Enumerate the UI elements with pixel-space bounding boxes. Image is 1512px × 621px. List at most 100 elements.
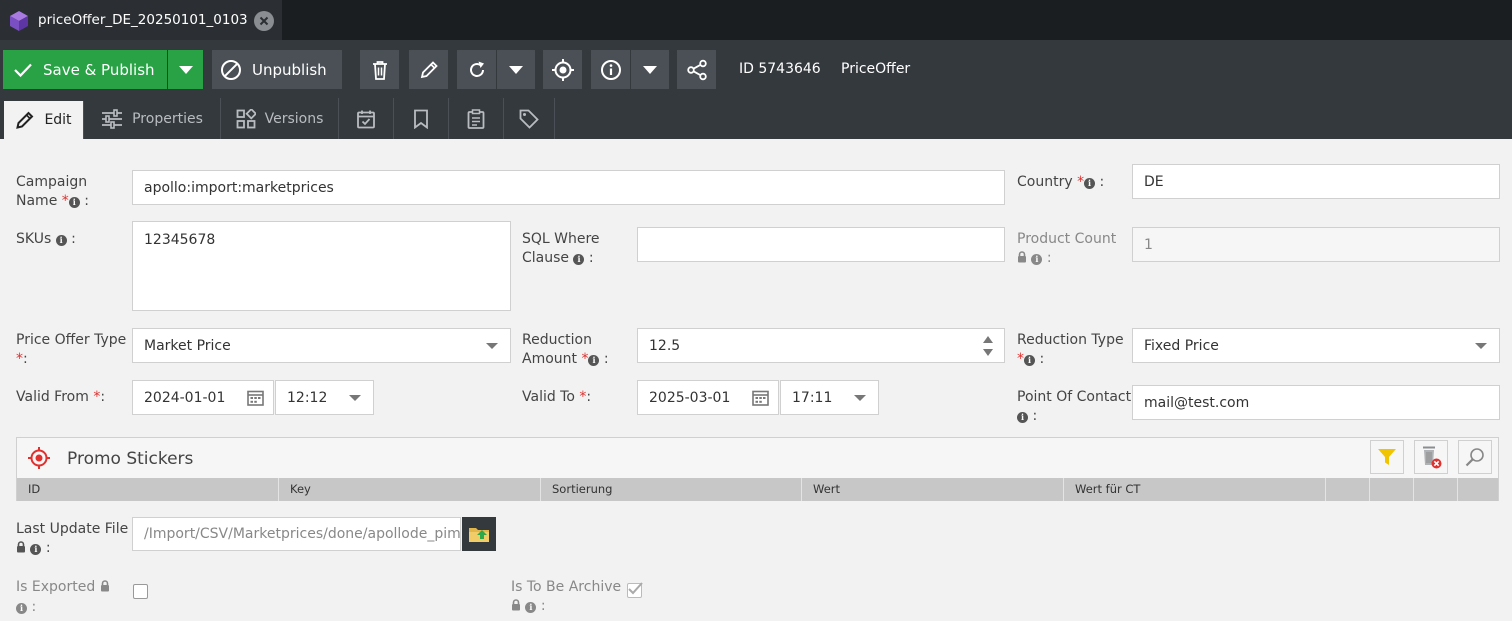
reload-icon xyxy=(469,61,484,77)
column-header[interactable] xyxy=(1458,478,1498,501)
bookmark-icon xyxy=(414,109,428,129)
info-icon xyxy=(600,59,621,80)
info-icon: i xyxy=(525,602,537,613)
tab-edit-label: Edit xyxy=(44,112,72,128)
info-icon: i xyxy=(573,254,585,265)
country-label: Country * i : xyxy=(1017,174,1105,190)
valid-from-time-select[interactable]: 12:12 xyxy=(275,380,374,415)
is-exported-label: Is Exported i : xyxy=(16,578,110,617)
reduction-amount-input[interactable]: 12.5 xyxy=(637,328,1005,363)
tab-versions[interactable]: Versions xyxy=(221,98,339,139)
object-class-text: PriceOffer xyxy=(841,61,911,77)
valid-to-date-input[interactable]: 2025-03-01 xyxy=(637,380,779,415)
info-icon: i xyxy=(1017,412,1028,423)
chevron-down-icon xyxy=(349,394,361,401)
column-header[interactable] xyxy=(1326,478,1370,501)
chevron-down-icon xyxy=(178,65,193,74)
save-options-dropdown-button[interactable] xyxy=(168,50,203,89)
info-options-dropdown-button[interactable] xyxy=(631,50,669,89)
crosshair-icon xyxy=(551,58,574,81)
rename-button[interactable] xyxy=(409,50,448,89)
country-input[interactable]: DE xyxy=(1132,164,1500,199)
reload-button[interactable] xyxy=(457,50,496,89)
column-header[interactable]: Wert für CT xyxy=(1064,478,1326,501)
last-update-file-input[interactable]: /Import/CSV/Marketprices/done/apollode_p… xyxy=(132,517,461,551)
share-button[interactable] xyxy=(677,50,716,89)
skus-textarea[interactable]: 12345678 xyxy=(132,221,511,311)
check-icon xyxy=(14,63,32,77)
reduction-amount-label: Reduction Amount * i : xyxy=(522,332,609,367)
clear-all-button[interactable] xyxy=(1414,440,1448,474)
pencil-icon xyxy=(16,111,34,129)
filter-button[interactable] xyxy=(1370,440,1404,474)
search-button[interactable] xyxy=(1458,440,1492,474)
tag-icon xyxy=(519,109,539,129)
tab-properties-label: Properties xyxy=(132,110,203,127)
info-icon: i xyxy=(1024,355,1035,366)
tab-notes-events[interactable] xyxy=(449,98,504,139)
save-publish-button[interactable]: Save & Publish xyxy=(3,50,167,89)
column-header[interactable]: Key xyxy=(279,478,541,501)
checkmark-icon xyxy=(628,582,643,595)
lock-icon xyxy=(1017,250,1027,269)
valid-to-label: Valid To *: xyxy=(522,389,592,405)
tab-edit[interactable]: Edit xyxy=(4,101,84,139)
open-folder-button[interactable] xyxy=(462,517,496,551)
document-tab[interactable]: priceOffer_DE_20250101_0103 xyxy=(0,0,282,40)
info-icon: i xyxy=(1084,178,1096,189)
number-spinner-icon[interactable] xyxy=(982,334,994,362)
is-to-be-archive-label: Is To Be Archive i : xyxy=(511,578,621,617)
is-exported-checkbox xyxy=(133,584,148,599)
campaign-name-input[interactable]: apollo:import:marketprices xyxy=(132,170,1005,205)
column-header[interactable] xyxy=(1370,478,1414,501)
sliders-icon xyxy=(102,108,123,129)
folder-upload-icon xyxy=(469,528,489,542)
close-tab-icon[interactable] xyxy=(254,11,274,31)
skus-label: SKUs i : xyxy=(16,231,76,247)
target-icon xyxy=(27,446,51,474)
calendar-icon[interactable] xyxy=(247,389,264,410)
info-icon: i xyxy=(16,603,27,614)
info-icon: i xyxy=(588,355,600,366)
grid-title: Promo Stickers xyxy=(67,449,194,469)
tab-properties[interactable]: Properties xyxy=(84,98,221,139)
filter-icon xyxy=(1378,449,1396,465)
save-publish-label: Save & Publish xyxy=(43,60,155,79)
calendar-icon[interactable] xyxy=(752,389,769,410)
last-update-file-label: Last Update File i : xyxy=(16,520,128,559)
sql-where-input[interactable] xyxy=(637,227,1005,262)
column-header[interactable]: ID xyxy=(17,478,279,501)
show-in-tree-button[interactable] xyxy=(543,50,582,89)
chevron-down-icon xyxy=(1475,342,1487,349)
reload-options-dropdown-button[interactable] xyxy=(497,50,535,89)
price-offer-type-label: Price Offer Type *: xyxy=(16,332,127,367)
object-toolbar: Save & Publish Unpublish ID 5743646 Pric… xyxy=(0,40,1512,98)
tab-dependencies[interactable] xyxy=(394,98,449,139)
reduction-type-label: Reduction Type * i : xyxy=(1017,332,1124,367)
info-button[interactable] xyxy=(591,50,630,89)
column-header[interactable]: Sortierung xyxy=(541,478,802,501)
delete-button[interactable] xyxy=(360,50,399,89)
column-header[interactable]: Wert xyxy=(802,478,1064,501)
info-icon: i xyxy=(68,197,80,208)
search-icon xyxy=(1465,448,1484,467)
trash-remove-icon xyxy=(1423,446,1442,469)
grid-column-headers: ID Key Sortierung Wert Wert für CT xyxy=(17,478,1498,501)
info-icon: i xyxy=(1031,254,1043,265)
trash-icon xyxy=(372,60,387,80)
price-offer-type-select[interactable]: Market Price xyxy=(132,328,511,363)
grid-header: Promo Stickers xyxy=(17,438,1498,478)
sql-where-label: SQL Where Clause i : xyxy=(522,231,600,266)
point-of-contact-input[interactable]: mail@test.com xyxy=(1132,385,1500,420)
promo-stickers-grid: Promo Stickers ID Key Sortierung Wert We… xyxy=(16,437,1499,501)
tab-scheduler[interactable] xyxy=(339,98,394,139)
chevron-down-icon xyxy=(854,394,866,401)
unpublish-button[interactable]: Unpublish xyxy=(212,50,342,89)
column-header[interactable] xyxy=(1414,478,1458,501)
reduction-type-select[interactable]: Fixed Price xyxy=(1132,328,1500,363)
valid-to-time-select[interactable]: 17:11 xyxy=(780,380,879,415)
valid-from-date-input[interactable]: 2024-01-01 xyxy=(132,380,274,415)
tab-tags[interactable] xyxy=(504,98,555,139)
product-count-input: 1 xyxy=(1132,227,1500,262)
product-count-label: Product Count i : xyxy=(1017,230,1116,269)
